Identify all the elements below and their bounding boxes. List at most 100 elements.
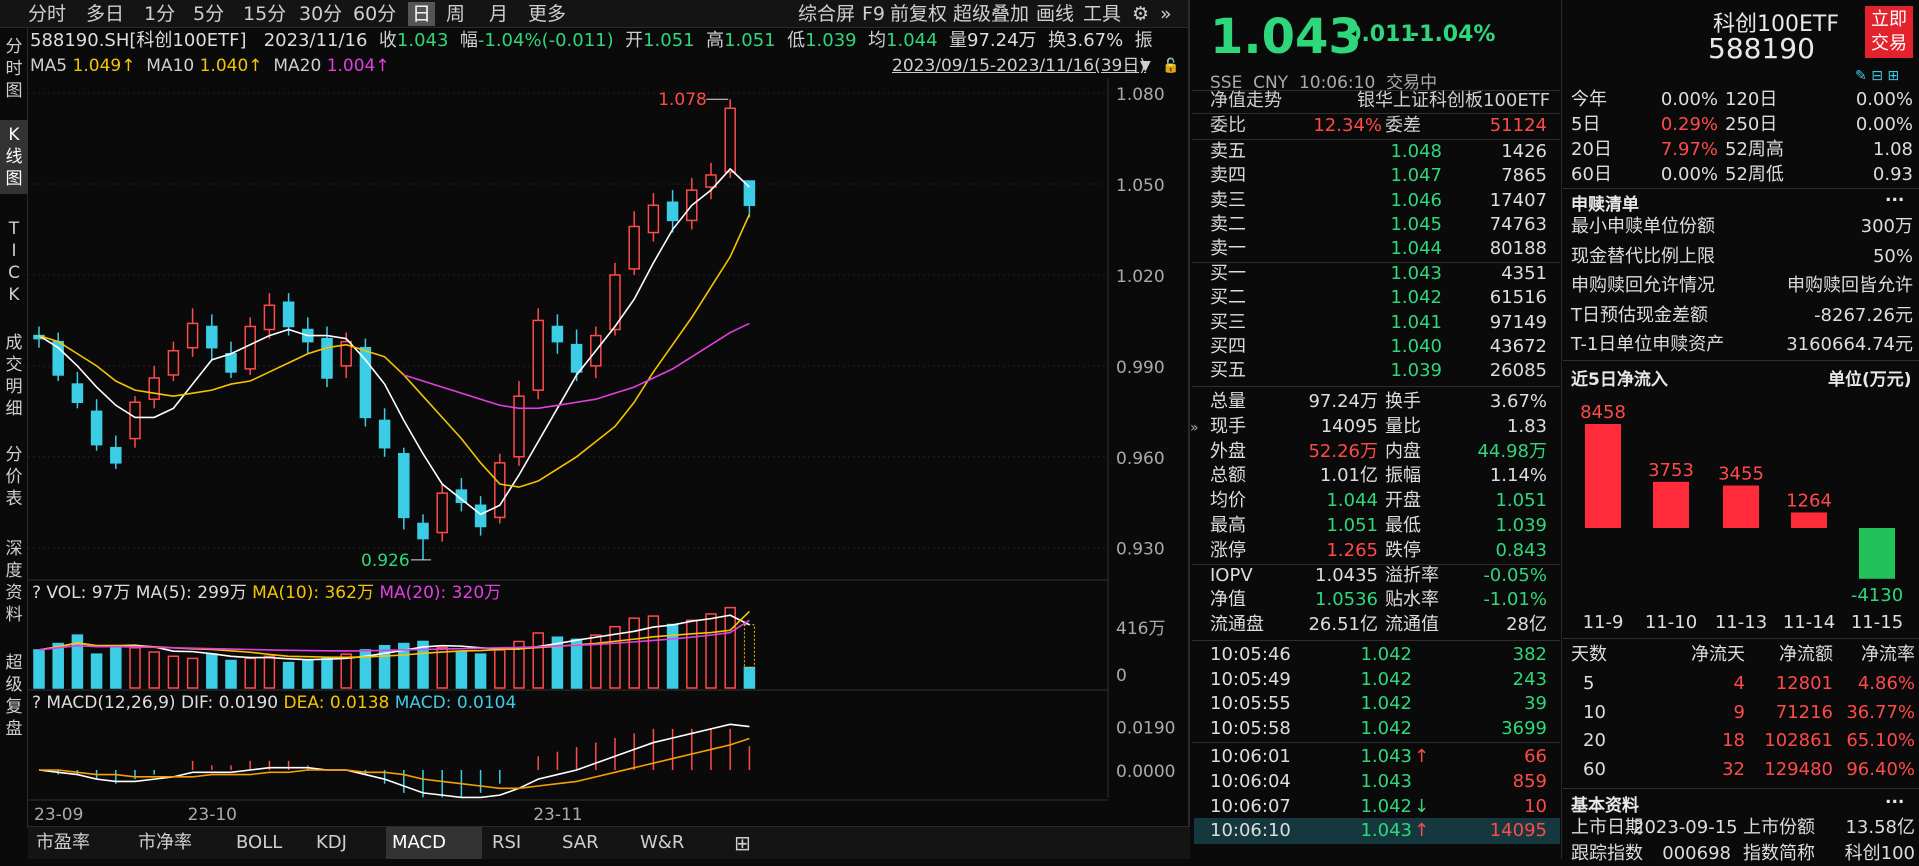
candle-body bbox=[551, 325, 564, 343]
period-6[interactable]: 60分 bbox=[353, 2, 396, 26]
tool-1[interactable]: F9 bbox=[862, 2, 885, 26]
arrow-up-icon: ↑ bbox=[1414, 746, 1430, 768]
tool-0[interactable]: 综合屏 bbox=[798, 2, 855, 26]
volume-bar bbox=[570, 638, 583, 689]
volume-bar bbox=[321, 657, 333, 689]
stat-value: 1.01亿 bbox=[1319, 465, 1378, 487]
candle-body bbox=[628, 225, 640, 270]
vtab-2[interactable]: TICK bbox=[0, 218, 28, 306]
tick-price: 1.042 bbox=[1360, 717, 1412, 739]
vtab-char: 级 bbox=[5, 675, 23, 695]
high-marker-label: 1.078 bbox=[658, 90, 707, 110]
book-price[interactable]: 1.045 bbox=[1362, 213, 1442, 237]
book-price[interactable]: 1.042 bbox=[1362, 286, 1442, 310]
tick-price: 1.042 bbox=[1360, 668, 1412, 690]
price-change: -0.011 bbox=[1337, 22, 1416, 47]
indicator-tab-1[interactable]: 市净率 bbox=[132, 827, 198, 859]
basic-more[interactable]: ... bbox=[1885, 788, 1904, 808]
candle-body bbox=[263, 304, 276, 331]
edit-icon[interactable]: ✎ bbox=[1855, 68, 1867, 84]
stat-label: 开盘 bbox=[1385, 490, 1421, 512]
perf-value: 0.00% bbox=[1855, 89, 1913, 110]
dropdown-icon[interactable]: ▼ bbox=[1140, 54, 1151, 78]
weicha-label: 委差 bbox=[1385, 115, 1421, 136]
y-tick-label: 0.990 bbox=[1116, 358, 1165, 378]
book-price[interactable]: 1.041 bbox=[1362, 311, 1442, 335]
lock-icon[interactable]: 🔓 bbox=[1162, 54, 1179, 78]
gear-icon[interactable]: ⚙ bbox=[1132, 2, 1149, 26]
vtab-0[interactable]: 分时图 bbox=[0, 36, 28, 102]
vtab-3[interactable]: 成交明细 bbox=[0, 332, 28, 420]
creation-label: T日预估现金差额 bbox=[1571, 304, 1708, 326]
period-0[interactable]: 分时 bbox=[28, 2, 66, 26]
tool-5[interactable]: 工具 bbox=[1083, 2, 1121, 26]
vtab-char: 图 bbox=[5, 81, 23, 101]
x-tick-label: 23-11 bbox=[533, 805, 582, 825]
period-3[interactable]: 5分 bbox=[193, 2, 224, 26]
chart-area[interactable]: 1.080 1.050 1.020 0.990 0.960 0.930 1.078 0.926… bbox=[28, 78, 1188, 826]
weicha-value: 51124 bbox=[1489, 115, 1547, 136]
vtab-4[interactable]: 分价表 bbox=[0, 444, 28, 510]
book-price[interactable]: 1.040 bbox=[1362, 335, 1442, 359]
vtab-char: 资 bbox=[5, 583, 23, 603]
vtab-6[interactable]: 超级复盘 bbox=[0, 652, 28, 740]
book-price[interactable]: 1.046 bbox=[1362, 189, 1442, 213]
date-range[interactable]: 2023/09/15-2023/11/16(39日) bbox=[892, 54, 1146, 78]
indicator-tab-5[interactable]: RSI bbox=[486, 827, 527, 859]
vtab-char: 价 bbox=[5, 467, 23, 487]
book-price[interactable]: 1.043 bbox=[1362, 262, 1442, 286]
volume-bar bbox=[52, 642, 64, 689]
ma10-line bbox=[38, 214, 751, 488]
order-book-panel: 1.043 -0.011 -1.04% SSE CNY 10:06:10 交易中… bbox=[1192, 0, 1562, 859]
flow-table-cell: 9 bbox=[1733, 701, 1745, 723]
volume-bar bbox=[90, 653, 103, 689]
indicator-tab-2[interactable]: BOLL bbox=[230, 827, 288, 859]
book-price[interactable]: 1.048 bbox=[1362, 140, 1442, 164]
trade-now-button[interactable]: 立即交易 bbox=[1865, 6, 1913, 58]
minus-icon[interactable]: ⊟ bbox=[1871, 68, 1883, 84]
period-9[interactable]: 月 bbox=[489, 2, 508, 26]
book-price[interactable]: 1.047 bbox=[1362, 164, 1442, 188]
y-tick-label: 1.080 bbox=[1116, 85, 1165, 105]
indicator-tab-0[interactable]: 市盈率 bbox=[30, 827, 96, 859]
vtab-char: 明 bbox=[5, 377, 23, 397]
perf-value: 1.08 bbox=[1872, 139, 1913, 160]
indicator-tab-6[interactable]: SAR bbox=[556, 827, 605, 859]
book-price[interactable]: 1.044 bbox=[1362, 237, 1442, 261]
vtab-char: 成 bbox=[5, 333, 23, 353]
period-10[interactable]: 更多 bbox=[528, 2, 566, 26]
period-1[interactable]: 多日 bbox=[86, 2, 124, 26]
creation-more[interactable]: ... bbox=[1885, 186, 1904, 206]
candle-body bbox=[52, 340, 64, 376]
candle-body bbox=[244, 325, 256, 370]
flow-table-cell: 36.77% bbox=[1846, 701, 1915, 723]
expand-icon[interactable]: » bbox=[1160, 2, 1172, 26]
indicator-tab-4[interactable]: MACD bbox=[386, 827, 482, 859]
vtab-1[interactable]: K线图 bbox=[0, 120, 28, 194]
candle-body bbox=[570, 343, 583, 373]
nav-trend-link[interactable]: 净值走势 bbox=[1210, 89, 1282, 113]
vtab-5[interactable]: 深度资料 bbox=[0, 538, 28, 626]
plus-icon[interactable]: ⊞ bbox=[1887, 68, 1899, 84]
period-4[interactable]: 15分 bbox=[243, 2, 286, 26]
book-volume: 97149 bbox=[1489, 311, 1547, 333]
period-7[interactable]: 日 bbox=[408, 2, 436, 26]
avg-value: 1.044 bbox=[886, 30, 938, 51]
add-indicator-icon[interactable]: ⊞ bbox=[728, 827, 757, 859]
tool-2[interactable]: 前复权 bbox=[890, 2, 947, 26]
tool-4[interactable]: 画线 bbox=[1036, 2, 1074, 26]
book-price[interactable]: 1.039 bbox=[1362, 359, 1442, 383]
period-8[interactable]: 周 bbox=[446, 2, 465, 26]
candle-body bbox=[321, 337, 333, 379]
indicator-tab-7[interactable]: W&R bbox=[634, 827, 690, 859]
candle-body bbox=[206, 325, 218, 349]
tick-volume: 39 bbox=[1524, 693, 1547, 715]
turn-label: 换 bbox=[1048, 30, 1067, 51]
stat-value: -1.01% bbox=[1483, 589, 1547, 611]
period-5[interactable]: 30分 bbox=[299, 2, 342, 26]
period-2[interactable]: 1分 bbox=[144, 2, 175, 26]
tool-3[interactable]: 超级叠加 bbox=[953, 2, 1029, 26]
flow-bar-label: -4130 bbox=[1851, 585, 1903, 606]
indicator-tab-3[interactable]: KDJ bbox=[310, 827, 353, 859]
divider bbox=[1563, 638, 1919, 639]
